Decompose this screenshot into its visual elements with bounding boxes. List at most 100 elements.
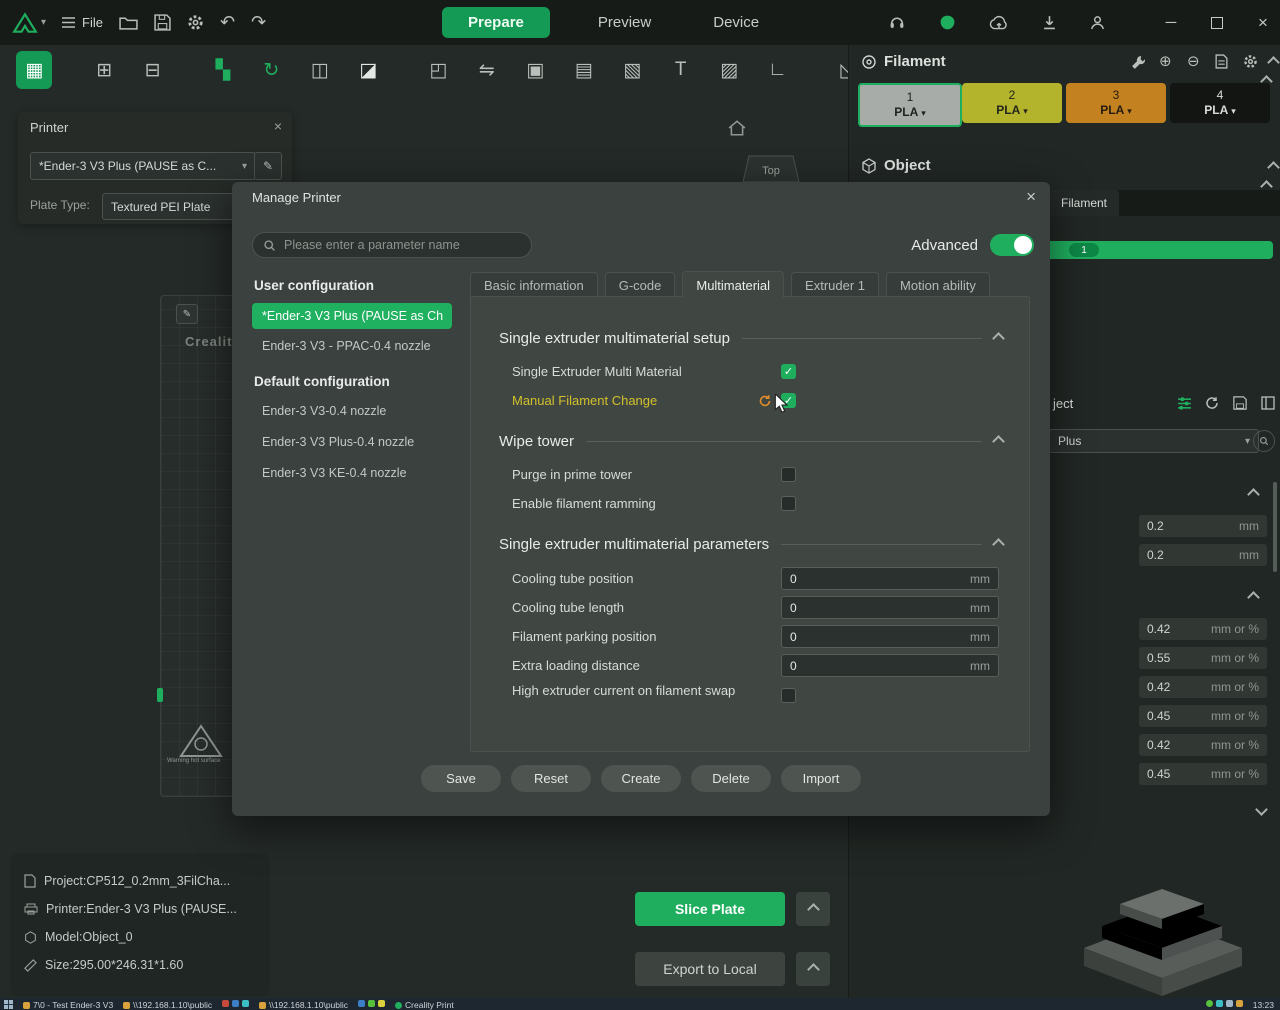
dialog-tab-extruder[interactable]: Extruder 1 [791,272,879,298]
filament-ramming-checkbox[interactable] [781,496,796,511]
save-preset-icon[interactable] [1233,396,1247,410]
add-model-tool[interactable]: ⊞ [86,51,122,89]
create-button[interactable]: Create [601,765,681,792]
minimize-button[interactable]: ─ [1148,0,1194,45]
object-collapse-icon[interactable] [1269,159,1278,191]
taskbar-item-share1[interactable]: \\192.168.1.10\public [123,1000,212,1010]
filament-slot-3[interactable]: 3 PLA ▾ [1066,83,1166,123]
taskbar-pinned-icons[interactable] [222,1000,249,1007]
process-tab-partial[interactable]: ject [1053,396,1073,411]
nav-printer-item[interactable]: Ender-3 V3-0.4 nozzle [252,398,452,424]
cloud-upload-button[interactable] [989,15,1009,31]
nav-printer-item-selected[interactable]: *Ender-3 V3 Plus (PAUSE as Ch [252,303,452,329]
extra-loading-distance-input[interactable] [782,658,942,674]
filament-slot-1[interactable]: 1 PLA ▾ [858,83,962,127]
filament-settings-icon[interactable] [1243,54,1258,69]
printer-panel-close-icon[interactable]: × [274,118,282,134]
redo-button[interactable]: ↷ [251,12,266,33]
export-local-button[interactable]: Export to Local [635,952,785,986]
section-collapse-icon[interactable] [992,538,1005,551]
import-button[interactable]: Import [781,765,861,792]
clean-tool[interactable]: ◪ [350,51,386,89]
download-button[interactable] [1042,15,1057,30]
tab-preview[interactable]: Preview [584,8,665,37]
reset-value-icon[interactable] [758,394,772,408]
printer-select[interactable]: *Ender-3 V3 Plus (PAUSE as C... ▾ [30,152,256,180]
parameter-search-input[interactable] [282,237,521,253]
param-value-row[interactable]: 0.42mm or % [1139,734,1267,756]
param-value-row[interactable]: 0.2mm [1139,544,1267,566]
param-value-row[interactable]: 0.2mm [1139,515,1267,537]
export-options-button[interactable] [796,952,830,986]
start-button[interactable] [4,1000,13,1009]
refresh-icon[interactable] [1205,396,1219,410]
select-tool[interactable]: ▦ [16,51,52,89]
param-value-row[interactable]: 0.42mm or % [1139,676,1267,698]
section-collapse-icon[interactable] [992,332,1005,345]
plate-edit-icon[interactable]: ✎ [176,304,198,324]
filament-list-icon[interactable] [1215,54,1228,69]
nav-printer-item[interactable]: Ender-3 V3 KE-0.4 nozzle [252,460,452,486]
semm-checkbox[interactable]: ✓ [781,364,796,379]
dialog-tab-multimaterial[interactable]: Multimaterial [682,271,784,298]
parameter-search[interactable] [252,232,532,258]
support-tool[interactable]: ▧ [614,51,650,89]
open-file-button[interactable] [119,15,138,30]
measure-tool[interactable]: ∟ [759,51,795,89]
param-group1-collapse-icon[interactable] [1247,488,1260,501]
filament-parking-position-input[interactable] [782,629,942,645]
process-scrollbar[interactable] [1273,482,1277,572]
close-button[interactable]: × [1240,0,1280,45]
nav-printer-item[interactable]: Ender-3 V3 Plus-0.4 nozzle [252,429,452,455]
undo-button[interactable]: ↶ [220,12,235,33]
tab-device[interactable]: Device [699,8,773,37]
home-view-button[interactable] [728,120,746,136]
cooling-tube-length-input[interactable] [782,600,942,616]
save-button[interactable] [154,14,171,31]
mirror-tool[interactable]: ⇋ [469,51,505,89]
dialog-tab-motion[interactable]: Motion ability [886,272,990,298]
reset-button[interactable]: Reset [511,765,591,792]
taskbar-clock[interactable]: 13:23 [1253,1000,1274,1010]
param-value-row[interactable]: 0.55mm or % [1139,647,1267,669]
filament-slot-4[interactable]: 4 PLA ▾ [1170,83,1270,123]
taskbar-item-creality[interactable]: Creality Print [395,1000,454,1010]
layers-tool[interactable]: ▤ [565,51,601,89]
edit-printer-button[interactable]: ✎ [254,152,282,180]
cooling-tube-position-input[interactable] [782,571,942,587]
maximize-button[interactable] [1194,0,1240,45]
filament-tool-icon[interactable] [1131,55,1146,70]
slice-plate-button[interactable]: Slice Plate [635,892,785,926]
creality-cloud-button[interactable] [939,14,956,31]
advanced-toggle[interactable] [990,234,1034,256]
object-tab-filament[interactable]: Filament [1049,190,1119,216]
taskbar-misc-icons[interactable] [358,1000,385,1007]
param-value-row[interactable]: 0.42mm or % [1139,618,1267,640]
dialog-tab-gcode[interactable]: G-code [605,272,676,298]
user-account-button[interactable] [1090,15,1105,30]
save-button[interactable]: Save [421,765,501,792]
dialog-close-icon[interactable]: × [1026,187,1036,207]
auto-arrange-tool[interactable]: ▚ [205,51,241,89]
purge-prime-tower-checkbox[interactable] [781,467,796,482]
high-extruder-current-checkbox[interactable] [781,688,796,703]
filament-collapse-icon[interactable] [1269,54,1278,86]
rotate-tool[interactable]: ↻ [253,51,289,89]
add-filament-button[interactable]: ⊕ [1159,52,1172,70]
text-tool[interactable]: T [662,51,698,89]
param-group2-collapse-icon[interactable] [1247,591,1260,604]
process-preset-select[interactable]: Plus ▾ [1049,429,1259,453]
settings-gear-button[interactable] [187,14,204,31]
expand-panel-icon[interactable] [1261,396,1275,410]
split-tool[interactable]: ◫ [302,51,338,89]
support-headset-button[interactable] [888,14,906,31]
section-collapse-icon[interactable] [992,435,1005,448]
system-tray[interactable] [1206,1000,1243,1007]
process-search-button[interactable] [1253,430,1275,452]
process-panel-collapse-icon[interactable] [1255,803,1268,816]
slice-options-button[interactable] [796,892,830,926]
tab-prepare[interactable]: Prepare [442,7,550,38]
param-value-row[interactable]: 0.45mm or % [1139,705,1267,727]
file-menu[interactable]: File [62,15,103,30]
paint-tool[interactable]: ▨ [711,51,747,89]
